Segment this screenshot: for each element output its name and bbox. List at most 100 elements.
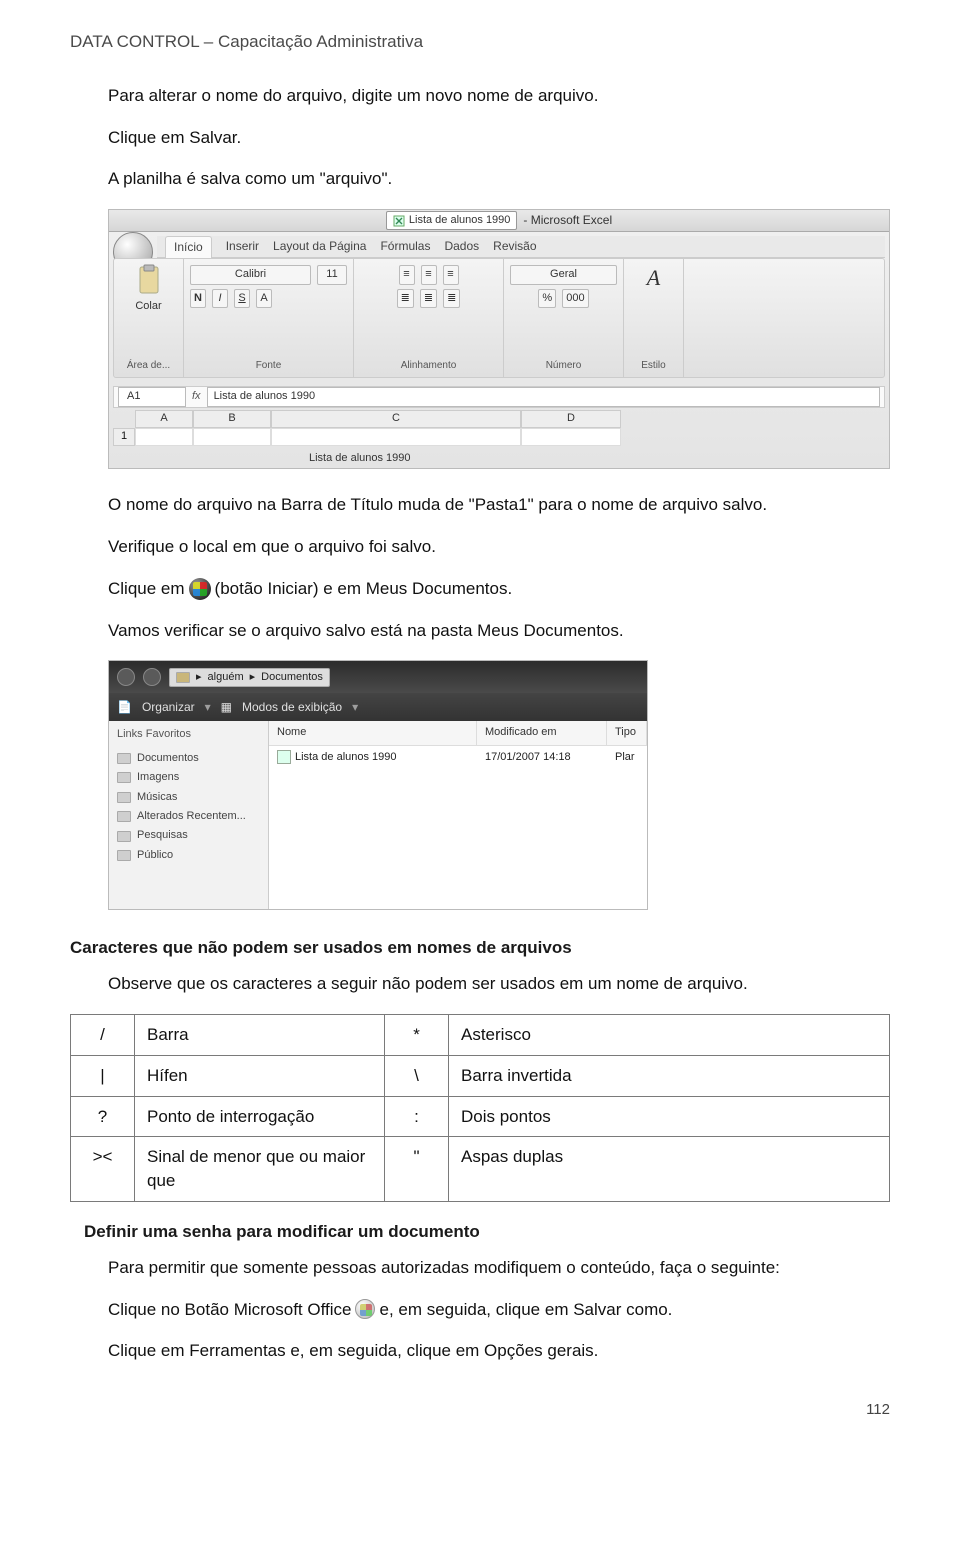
- folder-icon: [117, 811, 131, 822]
- group-style: Estilo: [641, 359, 665, 373]
- tab-inserir[interactable]: Inserir: [226, 238, 259, 255]
- char-name: Hífen: [135, 1055, 385, 1096]
- favorites-header: Links Favoritos: [117, 727, 260, 742]
- sidebar-item-pesquisas[interactable]: Pesquisas: [117, 826, 260, 845]
- font-color-button[interactable]: A: [256, 289, 272, 308]
- align-top-icon[interactable]: ≡: [399, 265, 415, 284]
- back-button[interactable]: [117, 668, 135, 686]
- cell[interactable]: [271, 428, 521, 446]
- number-format[interactable]: Geral: [510, 265, 617, 284]
- sidebar-item-documentos[interactable]: Documentos: [117, 749, 260, 768]
- align-right-icon[interactable]: ≣: [443, 289, 460, 308]
- tab-formulas[interactable]: Fórmulas: [380, 238, 430, 255]
- tab-layout[interactable]: Layout da Página: [273, 238, 366, 255]
- paragraph-inline: Clique no Botão Microsoft Office e, em s…: [108, 1298, 890, 1322]
- column-headers: A B C D: [135, 410, 885, 428]
- formula-bar: A1 fx Lista de alunos 1990: [113, 386, 885, 408]
- thousands-button[interactable]: 000: [562, 289, 588, 308]
- text-fragment: (botão Iniciar) e em Meus Documentos.: [215, 577, 513, 601]
- bold-button[interactable]: N: [190, 289, 206, 308]
- underline-button[interactable]: S: [234, 289, 250, 308]
- file-date: 17/01/2007 14:18: [477, 746, 607, 769]
- office-button-icon: [355, 1299, 375, 1319]
- style-icon[interactable]: A: [647, 263, 660, 294]
- breadcrumb[interactable]: ▸ alguém ▸ Documentos: [169, 668, 330, 687]
- table-row: | Hífen \ Barra invertida: [71, 1055, 890, 1096]
- text-fragment: Clique em: [108, 577, 185, 601]
- filelist-headers: Nome Modificado em Tipo: [269, 721, 647, 745]
- char-symbol: ><: [71, 1137, 135, 1202]
- group-clipboard: Área de...: [127, 359, 170, 373]
- italic-button[interactable]: I: [212, 289, 228, 308]
- char-symbol: /: [71, 1014, 135, 1055]
- explorer-titlebar: ▸ alguém ▸ Documentos: [109, 661, 647, 693]
- column-tipo[interactable]: Tipo: [607, 721, 647, 744]
- breadcrumb-item[interactable]: Documentos: [261, 670, 323, 685]
- font-size[interactable]: 11: [317, 265, 347, 284]
- folder-icon: [117, 753, 131, 764]
- page-header: DATA CONTROL – Capacitação Administrativ…: [70, 30, 890, 54]
- explorer-screenshot: ▸ alguém ▸ Documentos 📄 Organizar ▾ ▦ Mo…: [108, 660, 648, 910]
- align-mid-icon[interactable]: ≡: [421, 265, 437, 284]
- cell[interactable]: [135, 428, 193, 446]
- paragraph: O nome do arquivo na Barra de Título mud…: [108, 493, 890, 517]
- char-symbol: ?: [71, 1096, 135, 1137]
- col-header[interactable]: C: [271, 410, 521, 428]
- char-name: Dois pontos: [449, 1096, 890, 1137]
- file-name-cell: Lista de alunos 1990: [269, 746, 477, 769]
- char-name: Sinal de menor que ou maior que: [135, 1137, 385, 1202]
- views-button[interactable]: Modos de exibição: [242, 699, 342, 716]
- font-name[interactable]: Calibri: [190, 265, 311, 284]
- col-header[interactable]: D: [521, 410, 621, 428]
- file-type: Plar: [607, 746, 647, 769]
- fx-icon[interactable]: fx: [192, 389, 201, 404]
- breadcrumb-item[interactable]: alguém: [208, 670, 244, 685]
- section-heading-chars: Caracteres que não podem ser usados em n…: [70, 936, 890, 960]
- tab-revisao[interactable]: Revisão: [493, 238, 536, 255]
- sidebar-item-musicas[interactable]: Músicas: [117, 788, 260, 807]
- forward-button[interactable]: [143, 668, 161, 686]
- paragraph: Para permitir que somente pessoas autori…: [108, 1256, 890, 1280]
- column-modificado[interactable]: Modificado em: [477, 721, 607, 744]
- file-row[interactable]: Lista de alunos 1990 17/01/2007 14:18 Pl…: [269, 746, 647, 769]
- align-left-icon[interactable]: ≣: [397, 289, 414, 308]
- sidebar-item-publico[interactable]: Público: [117, 846, 260, 865]
- align-center-icon[interactable]: ≣: [420, 289, 437, 308]
- excel-file-icon: [277, 750, 291, 764]
- group-number: Número: [546, 359, 582, 373]
- tab-dados[interactable]: Dados: [444, 238, 479, 255]
- col-header[interactable]: B: [193, 410, 271, 428]
- align-bot-icon[interactable]: ≡: [443, 265, 459, 284]
- excel-title-bar: Lista de alunos 1990 - Microsoft Excel: [109, 210, 889, 232]
- folder-icon: [117, 850, 131, 861]
- paste-icon[interactable]: [134, 263, 164, 299]
- excel-file-icon: [393, 215, 405, 227]
- cell[interactable]: [521, 428, 621, 446]
- percent-button[interactable]: %: [538, 289, 556, 308]
- organize-button[interactable]: Organizar: [142, 699, 195, 716]
- name-box[interactable]: A1: [118, 387, 186, 406]
- char-name: Ponto de interrogação: [135, 1096, 385, 1137]
- cell[interactable]: [193, 428, 271, 446]
- chars-table: / Barra * Asterisco | Hífen \ Barra inve…: [70, 1014, 890, 1202]
- table-row: >< Sinal de menor que ou maior que " Asp…: [71, 1137, 890, 1202]
- char-symbol: |: [71, 1055, 135, 1096]
- folder-icon: [117, 831, 131, 842]
- sidebar-item-imagens[interactable]: Imagens: [117, 768, 260, 787]
- tab-inicio[interactable]: Início: [165, 236, 212, 258]
- explorer-filelist: Nome Modificado em Tipo Lista de alunos …: [269, 721, 647, 909]
- sheet-row: 1: [113, 428, 885, 446]
- col-header[interactable]: A: [135, 410, 193, 428]
- char-name: Aspas duplas: [449, 1137, 890, 1202]
- sidebar-label: Documentos: [137, 751, 199, 766]
- row-header[interactable]: 1: [113, 428, 135, 446]
- paragraph: Clique em Ferramentas e, em seguida, cli…: [108, 1339, 890, 1363]
- formula-content[interactable]: Lista de alunos 1990: [207, 387, 880, 406]
- paragraph: Verifique o local em que o arquivo foi s…: [108, 535, 890, 559]
- views-icon: ▦: [221, 699, 232, 716]
- column-nome[interactable]: Nome: [269, 721, 477, 744]
- sidebar-item-alterados[interactable]: Alterados Recentem...: [117, 807, 260, 826]
- paragraph: Para alterar o nome do arquivo, digite u…: [108, 84, 890, 108]
- char-name: Barra: [135, 1014, 385, 1055]
- cutoff-text: Lista de alunos 1990: [309, 451, 411, 466]
